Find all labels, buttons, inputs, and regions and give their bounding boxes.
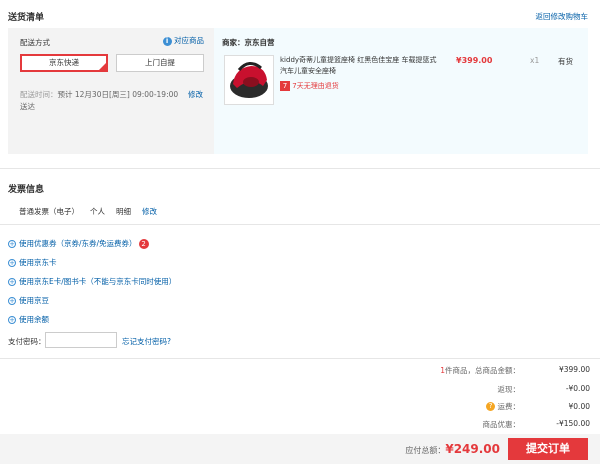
use-jd-card-option[interactable]: + 使用京东卡 [8, 257, 57, 268]
return-policy-text: 7天无理由退货 [292, 82, 339, 90]
shipping-help[interactable]: i 对应商品 [162, 35, 204, 46]
shipping-option-jd-express-label: 京东快递 [49, 58, 79, 67]
expand-plus-icon: + [8, 259, 16, 267]
product-name[interactable]: kiddy奇蒂儿童提篮座椅 红黑色佳宝座 车载提篮式汽车儿童安全座椅 [280, 55, 440, 77]
discount-amount: -¥150.00 [556, 419, 590, 428]
rebate-amount: -¥0.00 [565, 384, 590, 393]
freight-label: 运费： [497, 402, 521, 411]
use-jd-card-label: 使用京东卡 [19, 258, 57, 267]
divider [0, 224, 600, 225]
expand-plus-icon: + [8, 278, 16, 286]
use-e-card-option[interactable]: + 使用京东E卡/图书卡（不能与京东卡同时使用） [8, 276, 176, 287]
shipping-option-jd-express[interactable]: 京东快递 [20, 54, 108, 72]
product-image[interactable] [224, 55, 274, 105]
delivery-time-edit-link[interactable]: 修改 [188, 89, 203, 100]
use-balance-label: 使用余额 [19, 315, 49, 324]
divider [0, 358, 600, 359]
product-stock: 有货 [558, 57, 573, 66]
expand-plus-icon: + [8, 297, 16, 305]
invoice-holder: 个人 [90, 207, 105, 216]
use-coupon-option[interactable]: + 使用优惠券（京券/东券/免运费券） 2 [8, 238, 149, 249]
submit-order-button[interactable]: 提交订单 [508, 438, 588, 460]
freight-label-group: ? 运费： [486, 401, 520, 412]
shipping-option-pickup-label: 上门自提 [145, 58, 175, 67]
freight-help-icon[interactable]: ? [486, 402, 496, 411]
use-jd-beans-option[interactable]: + 使用京豆 [8, 295, 49, 306]
return-policy: 7 7天无理由退货 [280, 81, 339, 91]
info-icon: i [162, 36, 172, 46]
shipping-method-label: 配送方式 [20, 38, 50, 47]
shipping-option-pickup[interactable]: 上门自提 [116, 54, 204, 72]
delivery-time-label: 配送时间： [20, 90, 58, 99]
selected-check-icon [99, 63, 106, 70]
discount-label: 商品优惠： [482, 420, 521, 429]
invoice-section-title: 发票信息 [8, 185, 45, 195]
pay-password-label: 支付密码： [8, 337, 46, 346]
use-jd-beans-label: 使用京豆 [19, 296, 49, 305]
invoice-content: 明细 [116, 207, 131, 216]
invoice-edit-link[interactable]: 修改 [142, 206, 157, 217]
return-badge-icon: 7 [280, 81, 290, 91]
payable-amount: ¥249.00 [445, 442, 500, 456]
use-e-card-label: 使用京东E卡/图书卡（不能与京东卡同时使用） [19, 277, 177, 286]
product-price: ¥399.00 [456, 56, 493, 65]
total-goods-amount: ¥399.00 [558, 365, 590, 374]
coupon-count-badge: 2 [138, 239, 149, 249]
goods-count-label: 件商品，总商品金额： [445, 366, 520, 375]
delivery-time: 配送时间：预计 12月30日[周三] 09:00-19:00 送达 [20, 89, 180, 113]
forgot-pay-password-link[interactable]: 忘记支付密码? [122, 336, 171, 347]
shipping-method-panel: 配送方式 i 对应商品 京东快递 上门自提 配送时间：预计 12月30日[周三]… [8, 28, 214, 154]
invoice-type: 普通发票（电子） [19, 207, 79, 216]
expand-plus-icon: + [8, 240, 16, 248]
use-balance-option[interactable]: + 使用余额 [8, 314, 49, 325]
payable-label: 应付总额： [405, 446, 446, 455]
car-seat-icon [230, 62, 268, 98]
seller-name: 商家：京东自营 [222, 38, 275, 47]
expand-plus-icon: + [8, 316, 16, 324]
divider [0, 168, 600, 169]
product-quantity: x1 [530, 56, 540, 65]
shipping-section-title: 送货清单 [8, 13, 45, 23]
back-to-cart-link[interactable]: 返回修改购物车 [536, 11, 589, 22]
pay-password-input[interactable] [45, 332, 117, 348]
use-coupon-label: 使用优惠券（京券/东券/免运费券） [19, 239, 137, 248]
shipping-help-label: 对应商品 [174, 36, 204, 45]
goods-count-summary: 1件商品，总商品金额： [440, 365, 520, 376]
rebate-label: 返现： [497, 385, 521, 394]
payable-total: 应付总额：¥249.00 [405, 442, 500, 456]
freight-amount: ¥0.00 [568, 402, 590, 411]
